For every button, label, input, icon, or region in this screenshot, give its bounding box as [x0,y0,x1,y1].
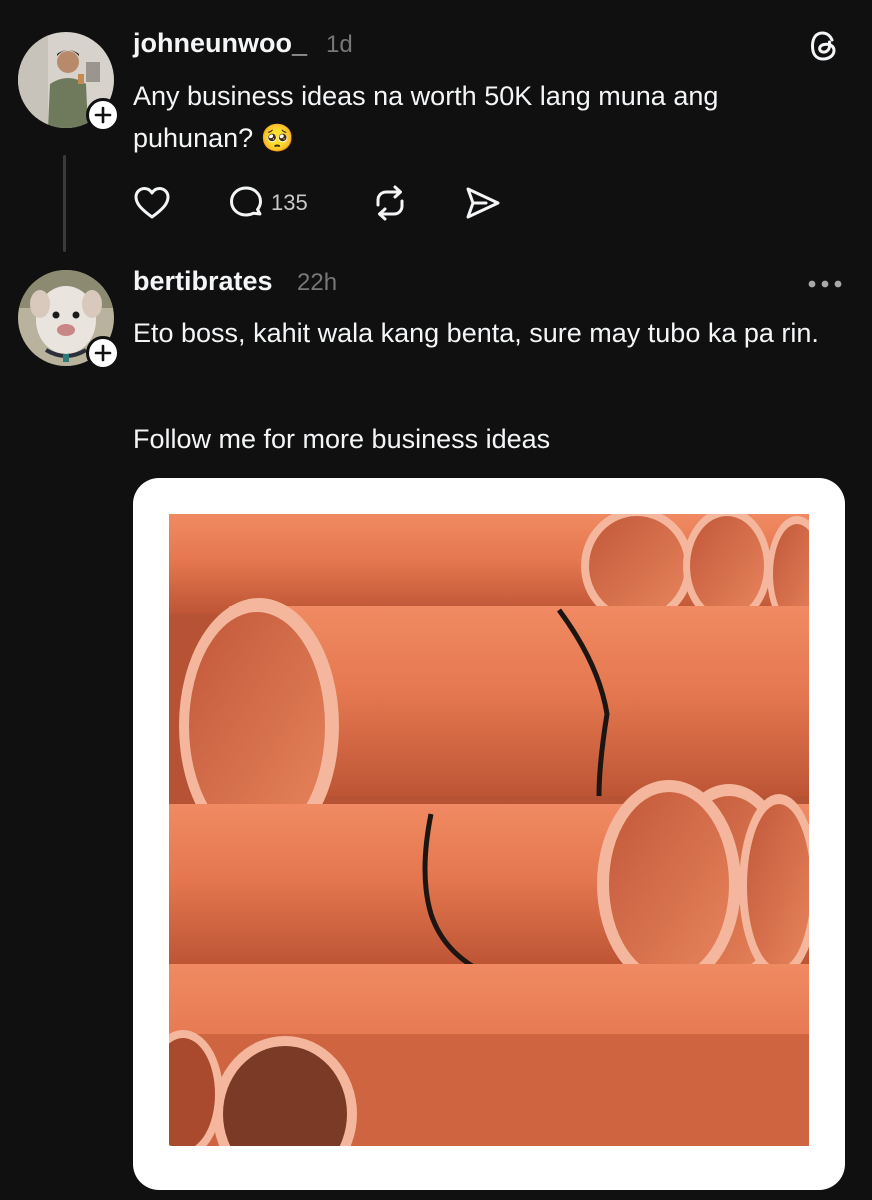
post2-text-line2: Follow me for more business ideas [133,424,551,454]
post1-avatar-wrap[interactable] [18,32,120,132]
orange-pipes-image [169,514,809,1146]
repost-icon [376,185,404,221]
original-post: johneunwoo_ 1d Any business ideas na wor… [0,0,872,260]
share-icon [466,187,500,219]
comment-icon [230,186,262,217]
reply-count: 135 [271,190,308,215]
post2-text-line1: Eto boss, kahit wala kang benta, sure ma… [133,318,819,348]
repost-button[interactable] [370,180,410,226]
share-button[interactable] [464,180,502,226]
post1-text: Any business ideas na worth 50K lang mun… [133,81,719,153]
plus-icon [94,106,112,124]
follow-plus-button[interactable] [86,336,120,370]
post2-avatar-wrap[interactable] [18,270,120,370]
reply-button[interactable]: 135 [227,180,308,226]
post2-timestamp: 22h [297,269,338,296]
reply-post: bertibrates 22h Eto boss, kahit wala kan… [0,260,872,1200]
post1-action-bar: 135 [133,180,533,226]
post2-image-card[interactable] [133,478,845,1190]
post1-timestamp: 1d [326,31,353,58]
follow-plus-button[interactable] [86,98,120,132]
heart-icon [134,187,170,219]
thread-connector-line [63,155,66,252]
post2-username[interactable]: bertibrates [133,266,273,297]
more-icon[interactable] [806,274,844,294]
like-button[interactable] [133,180,171,226]
post1-username[interactable]: johneunwoo_ [133,28,307,59]
threads-logo-icon[interactable] [807,28,843,64]
plus-icon [94,344,112,362]
